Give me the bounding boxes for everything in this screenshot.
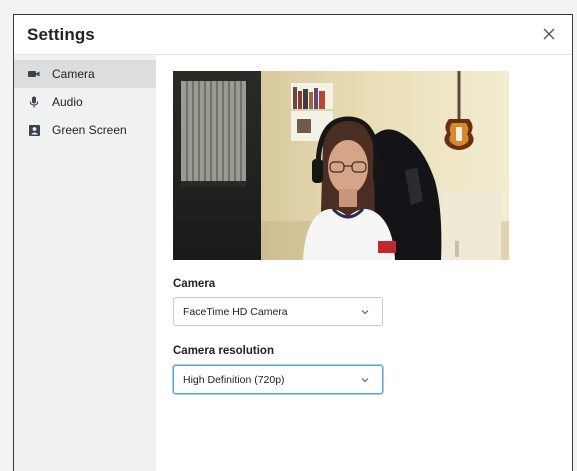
portrait-icon <box>28 124 40 136</box>
close-button[interactable] <box>540 25 558 43</box>
dialog-header: Settings <box>14 15 572 55</box>
close-icon <box>543 28 555 40</box>
microphone-icon <box>28 96 40 108</box>
sidebar-item-label: Green Screen <box>52 123 127 137</box>
camera-resolution-select[interactable]: High Definition (720p) <box>173 365 383 394</box>
sidebar-item-label: Audio <box>52 95 83 109</box>
camera-resolution-label: Camera resolution <box>173 345 274 357</box>
video-camera-icon <box>28 68 40 80</box>
camera-preview <box>173 71 509 260</box>
settings-dialog: Settings Camera Audio Green Screen Camer… <box>13 14 573 471</box>
sidebar-item-green-screen[interactable]: Green Screen <box>14 116 156 144</box>
camera-select-value: FaceTime HD Camera <box>183 305 288 318</box>
settings-content: Camera FaceTime HD Camera Camera resolut… <box>156 55 572 471</box>
camera-select[interactable]: FaceTime HD Camera <box>173 297 383 326</box>
settings-sidebar: Camera Audio Green Screen <box>14 55 156 471</box>
chevron-down-icon <box>361 309 369 314</box>
sidebar-item-audio[interactable]: Audio <box>14 88 156 116</box>
chevron-down-icon <box>361 377 369 382</box>
sidebar-item-label: Camera <box>52 67 95 81</box>
dialog-title: Settings <box>27 25 95 44</box>
sidebar-item-camera[interactable]: Camera <box>14 60 156 88</box>
camera-resolution-select-value: High Definition (720p) <box>183 373 285 386</box>
camera-label: Camera <box>173 278 216 290</box>
